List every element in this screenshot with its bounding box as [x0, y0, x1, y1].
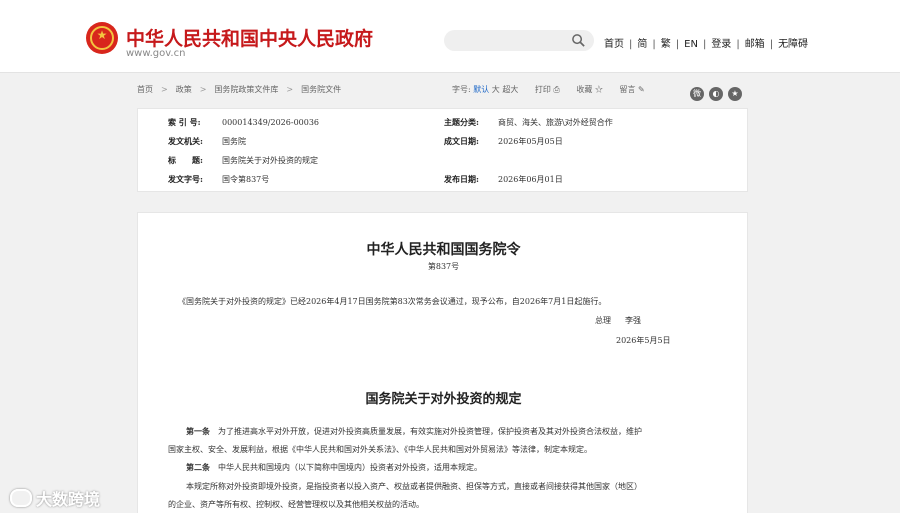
- article-text: 为了推进高水平对外开放，促进对外投资高质量发展，有效实施对外投资管理，保护投资者…: [218, 427, 642, 436]
- favorite-button[interactable]: 收藏: [576, 85, 592, 94]
- decree-intro: 《国务院关于对外投资的规定》已经2026年4月17日国务院第83次常务会议通过，…: [178, 297, 607, 306]
- decree-title: 中华人民共和国国务院令: [366, 242, 521, 258]
- meta-label: 索 引 号:: [168, 117, 201, 127]
- weibo-icon[interactable]: 微: [690, 87, 704, 101]
- article-text: 国家主权、安全、发展利益，根据《中华人民共和国对外关系法》、《中华人民共和国对外…: [168, 445, 592, 454]
- comment-button[interactable]: 留言: [619, 85, 635, 94]
- national-emblem-icon: ★: [86, 22, 118, 54]
- print-button[interactable]: 打印: [535, 85, 551, 94]
- watermark-logo-icon: [10, 489, 32, 507]
- meta-label: 发文字号:: [168, 174, 203, 184]
- breadcrumb-home[interactable]: 首页: [137, 85, 153, 94]
- search-icon[interactable]: [571, 33, 586, 48]
- font-size-label: 字号:: [452, 85, 471, 94]
- site-header: ★ 中华人民共和国中央人民政府 www.gov.cn 首页 | 简 | 繁 | EN | 登录 |…: [0, 0, 900, 73]
- regulation-title: 国务院关于对外投资的规定: [365, 392, 522, 407]
- signer-title: 总理: [595, 316, 611, 325]
- document-meta: 索 引 号: 000014349/2026-00036 主题分类: 商贸、海关、旅游…: [137, 108, 748, 192]
- site-url: www.gov.cn: [126, 48, 186, 59]
- nav-mail[interactable]: 邮箱: [745, 39, 765, 50]
- written-date: 2026年05月05日: [498, 137, 563, 146]
- star-icon[interactable]: ☆: [592, 85, 603, 94]
- meta-label: 主题分类:: [444, 117, 479, 127]
- breadcrumb-library[interactable]: 国务院政策文件库: [214, 85, 278, 94]
- share-bar: 微 ◐ ★: [690, 81, 747, 101]
- font-default-button[interactable]: 默认: [473, 85, 489, 94]
- nav-accessibility[interactable]: 无障碍: [778, 39, 808, 50]
- article-text: 本规定所称对外投资即境外投资，是指投资者以投入资产、权益或者提供融资、担保等方式…: [186, 482, 642, 491]
- article-text: 中华人民共和国境内（以下简称中国境内）投资者对外投资，适用本规定。: [218, 463, 482, 472]
- article-text: 的企业、资产等所有权、控制权、经营管理权以及其他相关权益的活动。: [168, 500, 424, 509]
- issuing-agency: 国务院: [222, 137, 246, 146]
- search-input[interactable]: [444, 30, 594, 51]
- index-number: 000014349/2026-00036: [222, 118, 320, 127]
- watermark-text: 大数跨境: [36, 490, 101, 509]
- nav-login[interactable]: 登录: [711, 39, 731, 50]
- nav-simplified[interactable]: 简: [637, 39, 647, 50]
- font-xlarge-button[interactable]: 超大: [502, 85, 518, 94]
- meta-label: 成文日期:: [444, 136, 479, 146]
- top-nav: 首页 | 简 | 繁 | EN | 登录 | 邮箱 | 无障碍: [604, 39, 809, 50]
- topic-category: 商贸、海关、旅游\对外经贸合作: [498, 118, 613, 127]
- font-large-button[interactable]: 大: [492, 85, 500, 94]
- wechat-icon[interactable]: ◐: [709, 87, 723, 101]
- signer-name: 李强: [625, 316, 641, 325]
- article-label: 第一条: [186, 426, 210, 436]
- publish-date: 2026年06月01日: [498, 175, 563, 184]
- document-title-value: 国务院关于对外投资的规定: [222, 156, 318, 165]
- document-body: 中华人民共和国国务院令 第837号 《国务院关于对外投资的规定》已经2026年4…: [137, 212, 748, 513]
- nav-english[interactable]: EN: [684, 39, 698, 50]
- pen-icon[interactable]: ✎: [635, 85, 645, 94]
- breadcrumb-policy[interactable]: 政策: [176, 85, 192, 94]
- favorite-star-icon[interactable]: ★: [728, 87, 742, 101]
- nav-traditional[interactable]: 繁: [661, 39, 671, 50]
- breadcrumb-docs[interactable]: 国务院文件: [301, 85, 341, 94]
- article-label: 第二条: [186, 462, 210, 472]
- decree-number: 第837号: [427, 262, 460, 271]
- meta-label: 发布日期:: [444, 174, 479, 184]
- breadcrumb: 首页 > 政策 > 国务院政策文件库 > 国务院文件: [137, 85, 342, 94]
- site-title[interactable]: 中华人民共和国中央人民政府: [126, 24, 373, 51]
- print-icon[interactable]: ⎙: [551, 85, 559, 94]
- nav-home[interactable]: 首页: [604, 39, 624, 50]
- watermark: 大数跨境: [10, 486, 100, 510]
- meta-label: 发文机关:: [168, 136, 203, 146]
- meta-label: 标 题:: [168, 155, 203, 165]
- page-tools: 字号: 默认 大 超大 打印 ⎙ 收藏 ☆ 留言 ✎: [452, 84, 645, 95]
- document-number: 国令第837号: [222, 175, 270, 184]
- sign-date: 2026年5月5日: [616, 336, 671, 345]
